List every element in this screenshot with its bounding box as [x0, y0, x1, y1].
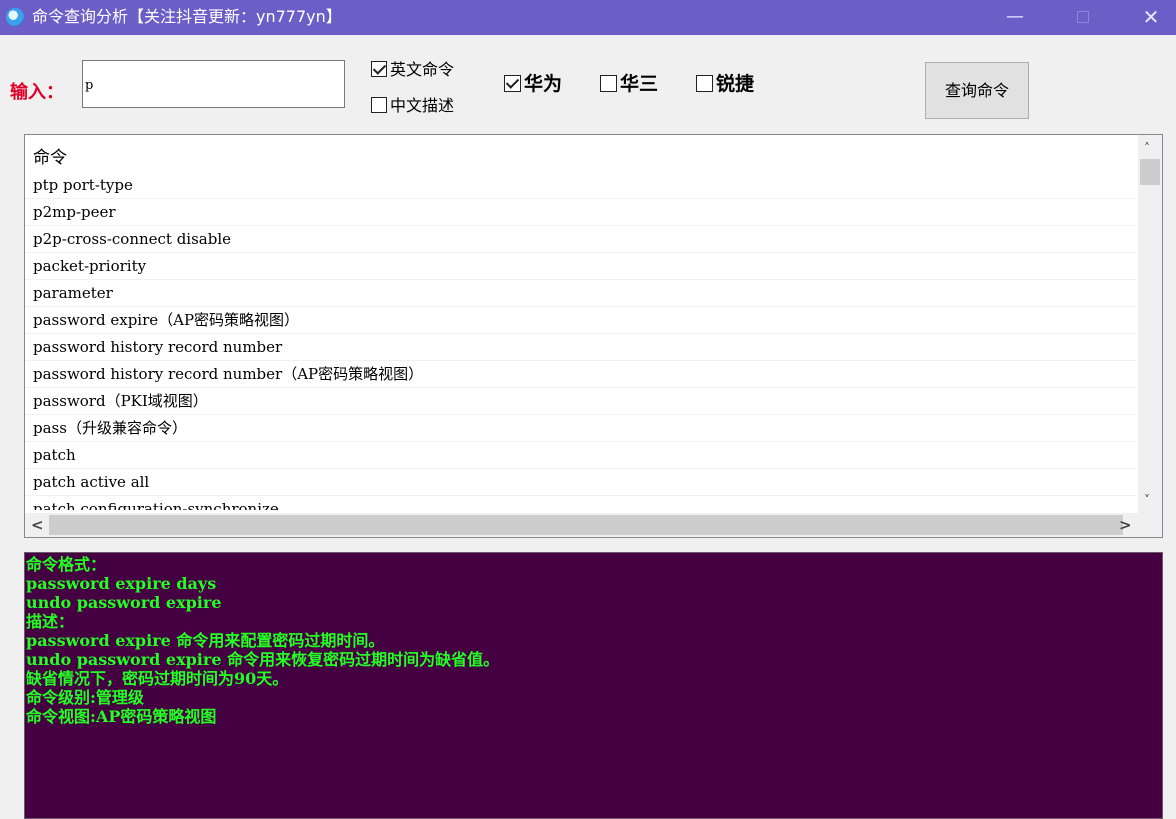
query-command-button[interactable]: 查询命令 [925, 62, 1029, 119]
detail-line: undo password expire [26, 593, 222, 612]
window-title: 命令查询分析【关注抖音更新：yn777yn】 [32, 7, 342, 26]
vertical-scroll-thumb[interactable] [1140, 159, 1160, 185]
checkbox-unchecked-icon [371, 97, 387, 113]
vendor-h3c-checkbox[interactable]: 华三 [600, 69, 658, 96]
chinese-description-checkbox[interactable]: 中文描述 [371, 92, 454, 116]
list-item[interactable]: patch [25, 442, 1137, 469]
app-icon [6, 8, 24, 26]
vertical-scrollbar[interactable]: ˄ ˅ [1138, 135, 1162, 513]
english-command-checkbox[interactable]: 英文命令 [371, 56, 454, 80]
scroll-down-icon[interactable]: ˅ [1144, 493, 1150, 507]
detail-line: 描述： [26, 612, 75, 631]
list-rows: ptp port-type p2mp-peer p2p-cross-connec… [25, 172, 1137, 510]
scroll-right-icon[interactable]: > [1119, 516, 1132, 534]
detail-line: 命令格式： [26, 555, 107, 574]
vendor-ruijie-label: 锐捷 [716, 73, 755, 95]
list-item[interactable]: pass（升级兼容命令） [25, 415, 1137, 442]
maximize-button[interactable] [1060, 0, 1106, 35]
detail-line: password expire days [26, 574, 217, 593]
scroll-left-icon[interactable]: < [31, 516, 44, 534]
detail-line: 命令级别:管理级 [26, 688, 144, 707]
list-item[interactable]: packet-priority [25, 253, 1137, 280]
vendor-ruijie-checkbox[interactable]: 锐捷 [696, 69, 754, 96]
checkbox-checked-icon [371, 61, 387, 77]
checkbox-unchecked-icon [696, 75, 713, 92]
english-command-label: 英文命令 [390, 60, 455, 79]
search-input[interactable]: p [82, 60, 345, 108]
list-item[interactable]: ptp port-type [25, 172, 1137, 199]
horizontal-scrollbar[interactable]: < > [25, 513, 1162, 537]
checkbox-checked-icon [504, 75, 521, 92]
list-item[interactable]: password expire（AP密码策略视图） [25, 307, 1137, 334]
title-bar: 命令查询分析【关注抖音更新：yn777yn】 — ✕ [0, 0, 1176, 35]
list-item[interactable]: password history record number [25, 334, 1137, 361]
maximize-icon [1077, 11, 1089, 23]
chinese-description-label: 中文描述 [390, 96, 455, 115]
vendor-huawei-label: 华为 [524, 73, 563, 95]
list-item[interactable]: patch configuration-synchronize [25, 496, 1137, 510]
list-item[interactable]: parameter [25, 280, 1137, 307]
minimize-button[interactable]: — [992, 0, 1038, 35]
list-item[interactable]: password history record number（AP密码策略视图） [25, 361, 1137, 388]
command-detail-panel[interactable]: 命令格式： password expire days undo password… [24, 552, 1163, 819]
detail-line: undo password expire 命令用来恢复密码过期时间为缺省值。 [26, 650, 500, 669]
list-item[interactable]: password（PKI域视图） [25, 388, 1137, 415]
list-header: 命令 [33, 148, 67, 168]
detail-line: password expire 命令用来配置密码过期时间。 [26, 631, 385, 650]
vendor-h3c-label: 华三 [620, 73, 659, 95]
checkbox-unchecked-icon [600, 75, 617, 92]
close-button[interactable]: ✕ [1128, 0, 1174, 35]
list-item[interactable]: p2p-cross-connect disable [25, 226, 1137, 253]
vendor-huawei-checkbox[interactable]: 华为 [504, 69, 562, 96]
detail-line: 缺省情况下，密码过期时间为90天。 [26, 669, 289, 688]
list-item[interactable]: patch active all [25, 469, 1137, 496]
horizontal-scroll-thumb[interactable] [49, 515, 1123, 535]
list-item[interactable]: p2mp-peer [25, 199, 1137, 226]
detail-line: 命令视图:AP密码策略视图 [26, 707, 217, 726]
scroll-up-icon[interactable]: ˄ [1144, 141, 1150, 155]
command-list[interactable]: 命令 ptp port-type p2mp-peer p2p-cross-con… [24, 134, 1163, 538]
input-label: 输入： [10, 82, 64, 103]
